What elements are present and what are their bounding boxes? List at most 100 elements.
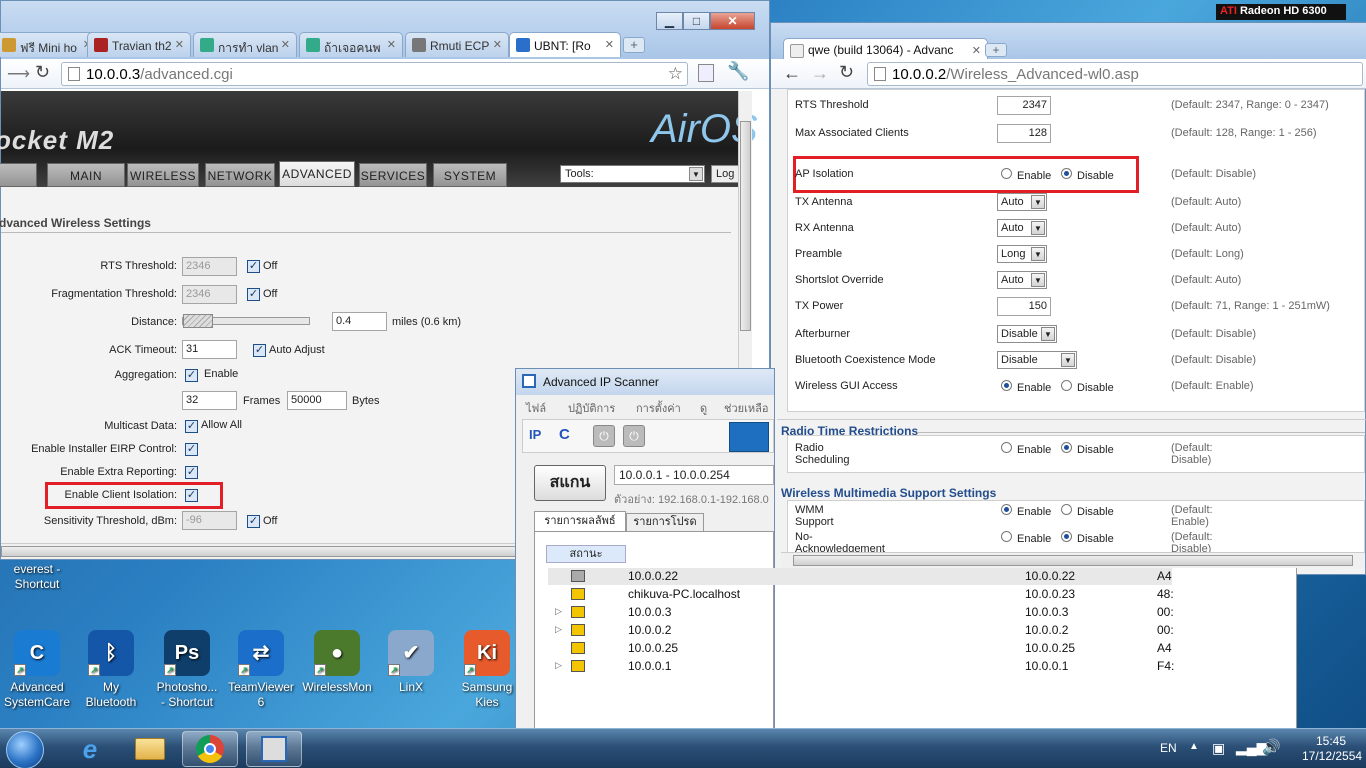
browser-tab[interactable]: การทำ vlan ✕ (193, 32, 297, 57)
enable-radio[interactable] (1001, 168, 1012, 179)
menu-item[interactable]: ดู (700, 399, 707, 417)
enable-radio[interactable] (1001, 442, 1012, 453)
disable-radio[interactable] (1061, 380, 1072, 391)
disable-radio[interactable] (1061, 504, 1072, 515)
browser-tab[interactable]: Rmuti ECP ✕ (405, 32, 509, 57)
explorer-taskbar-button[interactable] (122, 731, 178, 767)
clock[interactable]: 15:45 17/12/2554 (1302, 734, 1362, 764)
nav-tab-network[interactable]: NETWORK (205, 163, 275, 187)
page-menu-icon[interactable] (698, 64, 714, 82)
browser-tab[interactable]: ถ้าเจอคนพ ✕ (299, 32, 403, 57)
frag-input[interactable]: 2346 (182, 285, 237, 304)
remote-icon[interactable] (729, 422, 769, 452)
right-active-tab[interactable]: qwe (build 13064) - Advanc ✕ (783, 38, 988, 59)
tab-results[interactable]: รายการผลลัพธ์ (534, 511, 626, 531)
nav-tab-main[interactable]: MAIN (47, 163, 125, 187)
tab-close-icon[interactable]: ✕ (387, 38, 396, 51)
menu-item[interactable]: การตั้งค่า (636, 399, 681, 417)
nav-tab-services[interactable]: SERVICES (359, 163, 427, 187)
range-input[interactable]: 10.0.0.1 - 10.0.0.254 (614, 465, 774, 485)
multicast-checkbox[interactable]: ✓ (185, 420, 198, 433)
wirelessmon-shortcut[interactable]: ● ↗ WirelessMon (302, 630, 372, 695)
my-bluetooth-shortcut[interactable]: ᛒ ↗ My Bluetooth (76, 630, 146, 710)
tab-close-icon[interactable]: ✕ (281, 38, 290, 51)
close-button[interactable]: ✕ (710, 12, 755, 30)
frag-off-checkbox[interactable]: ✓ (247, 288, 260, 301)
maximize-button[interactable]: □ (683, 12, 710, 30)
tab-close-icon[interactable]: ✕ (605, 38, 614, 51)
logout-button[interactable]: Log (711, 165, 741, 183)
right-new-tab-button[interactable]: + (985, 43, 1007, 57)
setting-select[interactable]: Auto ▼ (997, 193, 1047, 211)
menu-item[interactable]: ไฟล์ (526, 399, 546, 417)
eirp-checkbox[interactable]: ✓ (185, 443, 198, 456)
disable-radio[interactable] (1061, 531, 1072, 542)
disable-radio[interactable] (1061, 442, 1072, 453)
col-status-header[interactable]: สถานะ (546, 545, 626, 563)
aggregation-checkbox[interactable]: ✓ (185, 369, 198, 382)
menu-item[interactable]: ปฏิบัติการ (568, 399, 615, 417)
setting-select[interactable]: Auto ▼ (997, 219, 1047, 237)
linx-shortcut[interactable]: ✔ ↗ LinX (376, 630, 446, 695)
tray-arrow-icon[interactable]: ▲ (1189, 741, 1199, 752)
volume-tray-icon[interactable]: 🔊 (1262, 738, 1281, 756)
right-address-bar[interactable]: 10.0.0.2/Wireless_Advanced-wl0.asp (867, 62, 1363, 86)
rts-off-checkbox[interactable]: ✓ (247, 260, 260, 273)
nav-tab-wireless[interactable]: WIRELESS (127, 163, 199, 187)
bytes-input[interactable]: 50000 (287, 391, 347, 410)
sensitivity-input[interactable]: -96 (182, 511, 237, 530)
nav-tab-advanced[interactable]: ADVANCED (279, 161, 355, 187)
teamviewer-shortcut[interactable]: ⇄ ↗ TeamViewer 6 (226, 630, 296, 710)
wrench-icon[interactable]: 🔧 (727, 61, 749, 82)
start-button[interactable] (6, 731, 44, 768)
power-off-icon[interactable]: ⏻ (623, 425, 645, 447)
enable-radio[interactable] (1001, 380, 1012, 391)
power-on-icon[interactable]: ⏻ (593, 425, 615, 447)
advanced-systemcare-shortcut[interactable]: C ↗ Advanced SystemCare (2, 630, 72, 710)
reload-icon[interactable]: ↻ (35, 62, 50, 83)
new-tab-button[interactable]: + (623, 37, 645, 53)
rts-input[interactable]: 2346 (182, 257, 237, 276)
bookmark-star-icon[interactable]: ☆ (668, 64, 683, 84)
menu-item[interactable]: ช่วยเหลือ (724, 399, 768, 417)
distance-slider[interactable] (182, 314, 310, 328)
browser-tab[interactable]: UBNT: [Ro ✕ (509, 32, 621, 57)
scan-button[interactable]: สแกน (534, 465, 606, 501)
extra-reporting-checkbox[interactable]: ✓ (185, 466, 198, 479)
setting-select[interactable]: Long ▼ (997, 245, 1047, 263)
nav-tab-first[interactable] (0, 163, 37, 187)
ie-taskbar-button[interactable]: e (62, 731, 118, 767)
tab-favorites[interactable]: รายการโปรด (626, 513, 704, 531)
reload-icon[interactable]: ↻ (839, 62, 854, 83)
tab-close-icon[interactable]: ✕ (493, 38, 502, 51)
photoshop-shortcut-shortcut[interactable]: Ps ↗ Photosho... - Shortcut (152, 630, 222, 710)
tools-select[interactable]: Tools: ▼ (560, 165, 705, 183)
forward-icon[interactable]: → (811, 63, 829, 84)
browser-tab[interactable]: ฟรี Mini ho✕ (0, 32, 99, 57)
expand-icon[interactable]: ▷ (555, 660, 562, 671)
enable-radio[interactable] (1001, 504, 1012, 515)
tab-close-icon[interactable]: ✕ (972, 44, 981, 57)
sensitivity-off-checkbox[interactable]: ✓ (247, 515, 260, 528)
distance-input[interactable]: 0.4 (332, 312, 387, 331)
enable-radio[interactable] (1001, 531, 1012, 542)
language-indicator[interactable]: EN (1160, 741, 1177, 755)
nav-tab-system[interactable]: SYSTEM (433, 163, 507, 187)
ack-input[interactable]: 31 (182, 340, 237, 359)
everest-shortcut-shortcut[interactable]: everest - Shortcut (2, 562, 72, 592)
setting-select[interactable]: Auto ▼ (997, 271, 1047, 289)
browser-tab[interactable]: Travian th2 ✕ (87, 32, 191, 57)
samsung-kies-shortcut[interactable]: Ki ↗ Samsung Kies (452, 630, 522, 710)
setting-select[interactable]: Disable ▼ (997, 351, 1077, 369)
back-icon[interactable]: ← (783, 63, 801, 84)
tab-close-icon[interactable]: ✕ (175, 38, 184, 51)
frames-input[interactable]: 32 (182, 391, 237, 410)
setting-input[interactable]: 2347 (997, 96, 1051, 115)
expand-icon[interactable]: ▷ (555, 606, 562, 617)
ipscanner-taskbar-button[interactable] (246, 731, 302, 767)
setting-select[interactable]: Disable ▼ (997, 325, 1057, 343)
expand-icon[interactable]: ▷ (555, 624, 562, 635)
ip-tool-icon[interactable]: IP (529, 424, 551, 448)
chrome-taskbar-button[interactable] (182, 731, 238, 767)
forward-icon[interactable]: ⟶ (7, 64, 30, 84)
